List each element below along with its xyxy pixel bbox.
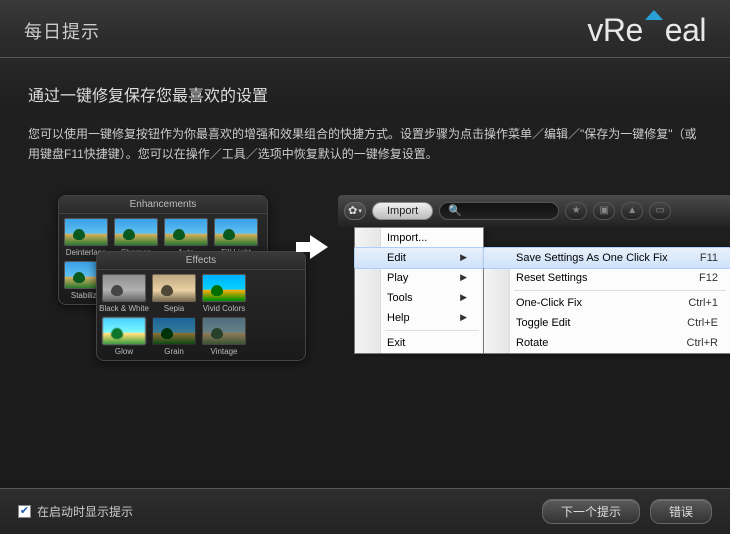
- chevron-right-icon: ▶: [460, 252, 467, 263]
- camera-icon[interactable]: ▣: [593, 202, 615, 220]
- thumb-bw: Black & White: [101, 274, 147, 313]
- gear-menu: Import... Edit▶ Play▶ Tools▶ Help▶ Exit: [354, 227, 484, 354]
- menu-help[interactable]: Help▶: [355, 308, 483, 328]
- edit-submenu: Save Settings As One Click FixF11 Reset …: [483, 247, 730, 354]
- star-icon[interactable]: ★: [565, 202, 587, 220]
- thumb-glow: Glow: [101, 317, 147, 356]
- illustration: Enhancements Deinterlace Sharpen Auto Fi…: [58, 195, 702, 405]
- menu-toggle-edit[interactable]: Toggle EditCtrl+E: [484, 313, 730, 333]
- menu-play[interactable]: Play▶: [355, 268, 483, 288]
- menu-import[interactable]: Import...: [355, 228, 483, 248]
- chevron-right-icon: ▶: [460, 312, 467, 323]
- thumb-vintage: Vintage: [201, 317, 247, 356]
- tip-heading: 通过一键修复保存您最喜欢的设置: [28, 82, 702, 106]
- checkbox-label: 在启动时显示提示: [37, 503, 133, 520]
- picture-icon[interactable]: ▲: [621, 202, 643, 220]
- enhancements-title: Enhancements: [59, 196, 267, 214]
- menu-reset-settings[interactable]: Reset SettingsF12: [484, 268, 730, 288]
- menu-one-click-fix[interactable]: One-Click FixCtrl+1: [484, 293, 730, 313]
- chevron-right-icon: ▶: [460, 292, 467, 303]
- tip-body: 您可以使用一键修复按钮作为你最喜欢的增强和效果组合的快捷方式。设置步骤为点击操作…: [28, 124, 702, 165]
- effects-panel: Effects Black & White Sepia Vivid Colors…: [96, 251, 306, 361]
- gear-icon: ✿: [348, 204, 357, 217]
- next-tip-button[interactable]: 下一个提示: [542, 499, 640, 524]
- effects-title: Effects: [97, 252, 305, 270]
- film-icon[interactable]: ▭: [649, 202, 671, 220]
- thumb-grain: Grain: [151, 317, 197, 356]
- menu-edit[interactable]: Edit▶: [354, 247, 484, 269]
- menu-separator: [514, 290, 726, 291]
- menu-rotate[interactable]: RotateCtrl+R: [484, 333, 730, 353]
- chevron-down-icon: ▾: [358, 207, 362, 215]
- close-button[interactable]: 错误: [650, 499, 712, 524]
- menu-exit[interactable]: Exit: [355, 333, 483, 353]
- thumb-sepia: Sepia: [151, 274, 197, 313]
- show-on-startup-checkbox[interactable]: ✔ 在启动时显示提示: [18, 503, 133, 520]
- search-input[interactable]: 🔍: [439, 202, 559, 220]
- menu-separator: [385, 330, 479, 331]
- menu-save-one-click[interactable]: Save Settings As One Click FixF11: [483, 247, 730, 269]
- toolbar: ✿▾ Import 🔍 ★ ▣ ▲ ▭: [338, 195, 730, 227]
- chevron-right-icon: ▶: [460, 272, 467, 283]
- content: 通过一键修复保存您最喜欢的设置 您可以使用一键修复按钮作为你最喜欢的增强和效果组…: [0, 58, 730, 405]
- header: 每日提示 vReVeal: [0, 0, 730, 58]
- menu-tools[interactable]: Tools▶: [355, 288, 483, 308]
- footer: ✔ 在启动时显示提示 下一个提示 错误: [0, 488, 730, 534]
- logo: vReVeal: [587, 12, 706, 49]
- search-icon: 🔍: [448, 204, 462, 217]
- checkbox-icon: ✔: [18, 505, 31, 518]
- import-button[interactable]: Import: [372, 202, 433, 220]
- gear-button[interactable]: ✿▾: [344, 202, 366, 220]
- arrow-icon: [310, 235, 328, 259]
- page-title: 每日提示: [24, 18, 100, 44]
- thumb-vivid: Vivid Colors: [201, 274, 247, 313]
